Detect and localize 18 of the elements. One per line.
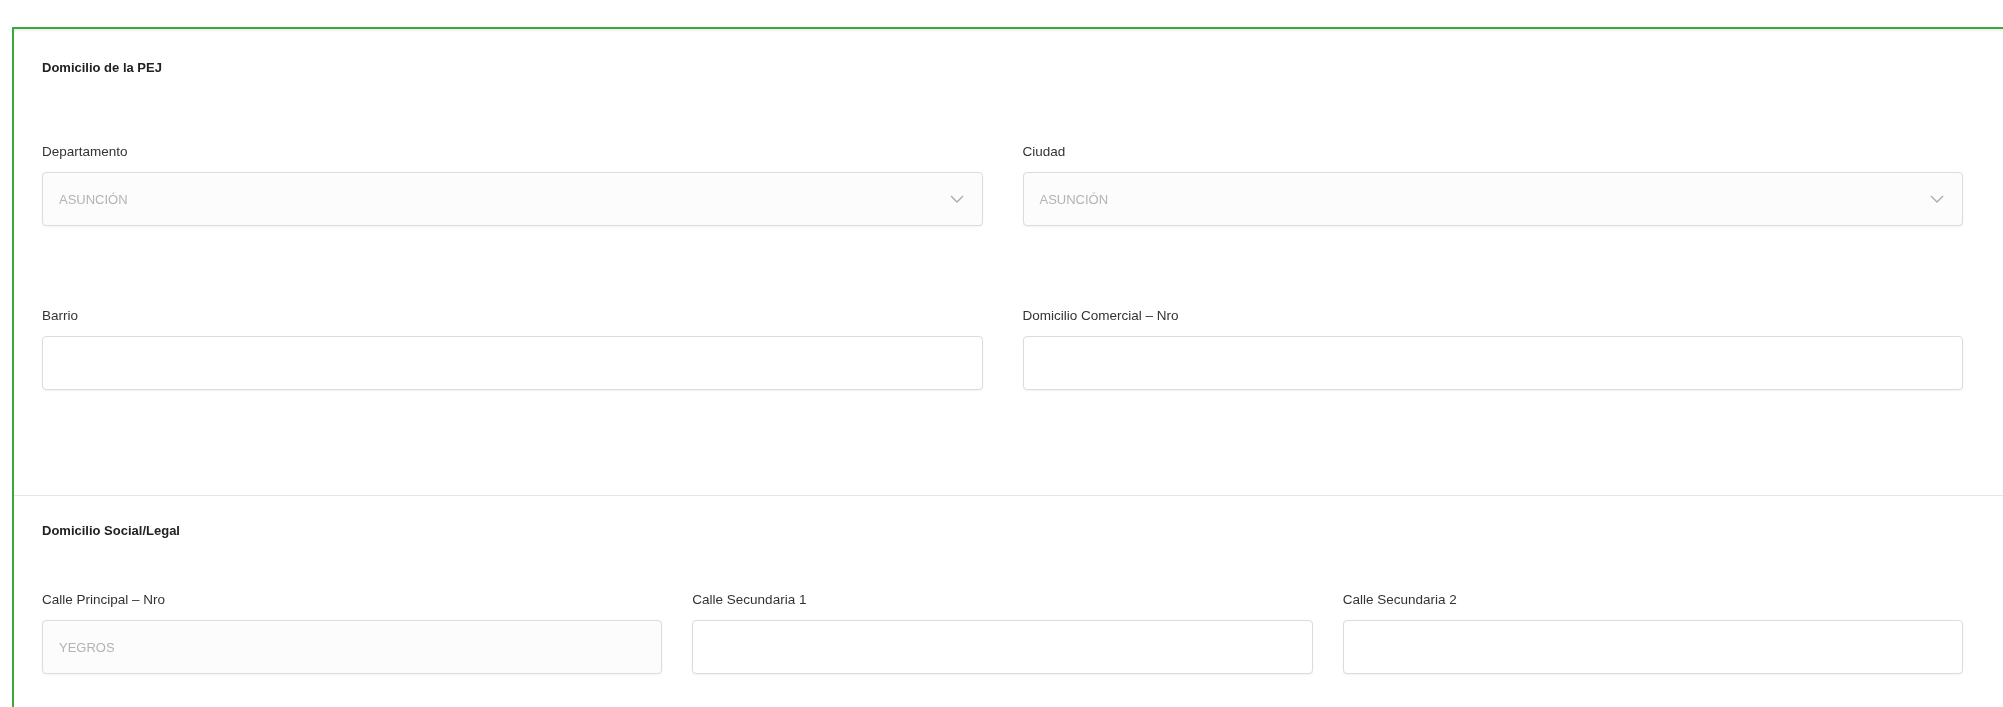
field-value: YEGROS — [59, 639, 116, 655]
field-label: Ciudad — [1022, 143, 1067, 160]
input-field[interactable] — [42, 336, 983, 390]
field-label: Calle Secundaria 1 — [692, 591, 808, 608]
section-title: Domicilio Social/Legal — [42, 522, 181, 539]
input-field[interactable] — [692, 620, 1313, 674]
input-field[interactable] — [1342, 620, 1963, 674]
field-value: ASUNCIÓN — [59, 191, 129, 207]
chevron-down-icon — [949, 195, 964, 203]
field-label: Departamento — [42, 143, 129, 160]
field-value: ASUNCIÓN — [1039, 191, 1110, 207]
field-label: Calle Secundaria 2 — [1342, 591, 1458, 608]
field-label: Barrio — [42, 307, 79, 324]
field-label: Domicilio Comercial – Nro — [1022, 307, 1180, 324]
chevron-down-icon — [1930, 195, 1944, 203]
field-label: Calle Principal – Nro — [42, 591, 167, 608]
input-field[interactable] — [1022, 336, 1963, 390]
section-title: Domicilio de la PEJ — [42, 59, 163, 76]
